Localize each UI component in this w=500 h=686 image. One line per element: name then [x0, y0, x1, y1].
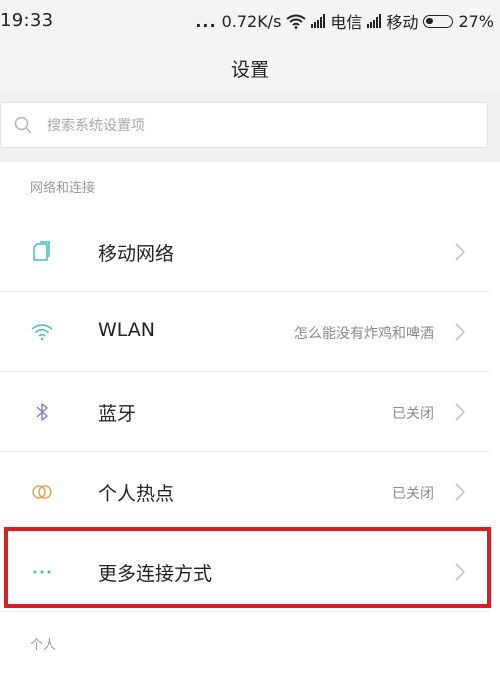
- settings-item-value: 已关闭: [392, 486, 434, 502]
- search-box[interactable]: [0, 102, 488, 148]
- status-indicators: ... 0.72K/s 电信 移动 27%: [195, 9, 494, 33]
- settings-item-label: 移动网络: [98, 243, 175, 265]
- chevron-right-icon: [455, 483, 466, 501]
- bluetooth-icon: [36, 403, 48, 421]
- search-input[interactable]: [45, 109, 449, 143]
- network-speed: 0.72K/s: [221, 11, 282, 31]
- settings-item-mobile-network[interactable]: 移动网络: [0, 212, 500, 292]
- title-bar: 设置: [0, 42, 500, 94]
- battery-percent: 27%: [458, 11, 494, 31]
- more-dots-icon: [33, 570, 51, 574]
- wifi-icon: [31, 324, 53, 341]
- section-header-network: 网络和连接: [30, 181, 96, 196]
- settings-item-label: 个人热点: [98, 483, 175, 505]
- signal-icon: [311, 14, 326, 28]
- settings-item-bluetooth[interactable]: 蓝牙 已关闭: [0, 372, 500, 452]
- status-dots: ...: [195, 11, 217, 31]
- wifi-icon: [286, 14, 307, 29]
- settings-item-label: 蓝牙: [98, 403, 137, 425]
- settings-item-label: WLAN: [98, 319, 156, 341]
- settings-screen: 19:33 ... 0.72K/s 电信 移动 27% 设置 搜索系统设置项 网…: [0, 0, 500, 686]
- carrier-2: 移动: [386, 13, 419, 32]
- settings-list: 网络和连接 移动网络 WLAN 怎么能没有炸鸡和啤酒 蓝牙 已关闭 个人热点 已…: [0, 162, 500, 686]
- chevron-right-icon: [455, 403, 466, 421]
- status-time: 19:33: [0, 10, 54, 31]
- divider: [0, 611, 490, 612]
- page-title: 设置: [230, 59, 269, 81]
- settings-item-more-connections[interactable]: 更多连接方式: [0, 532, 500, 612]
- chevron-right-icon: [455, 323, 466, 341]
- chevron-right-icon: [455, 243, 466, 261]
- section-header-personal: 个人: [30, 638, 57, 653]
- settings-item-hotspot[interactable]: 个人热点 已关闭: [0, 452, 500, 532]
- status-bar: 19:33 ... 0.72K/s 电信 移动 27%: [0, 0, 500, 42]
- settings-item-wlan[interactable]: WLAN 怎么能没有炸鸡和啤酒: [0, 292, 500, 372]
- settings-item-value: 已关闭: [392, 406, 434, 422]
- settings-item-label: 更多连接方式: [98, 563, 213, 585]
- battery-icon: [423, 14, 454, 28]
- search-icon: [14, 116, 32, 134]
- sim-card-icon: [33, 241, 50, 261]
- signal-icon: [367, 14, 382, 28]
- search-area: [0, 94, 500, 162]
- settings-item-value: 怎么能没有炸鸡和啤酒: [294, 326, 434, 342]
- carrier-1: 电信: [330, 13, 363, 32]
- hotspot-icon: [32, 485, 52, 499]
- chevron-right-icon: [455, 563, 466, 581]
